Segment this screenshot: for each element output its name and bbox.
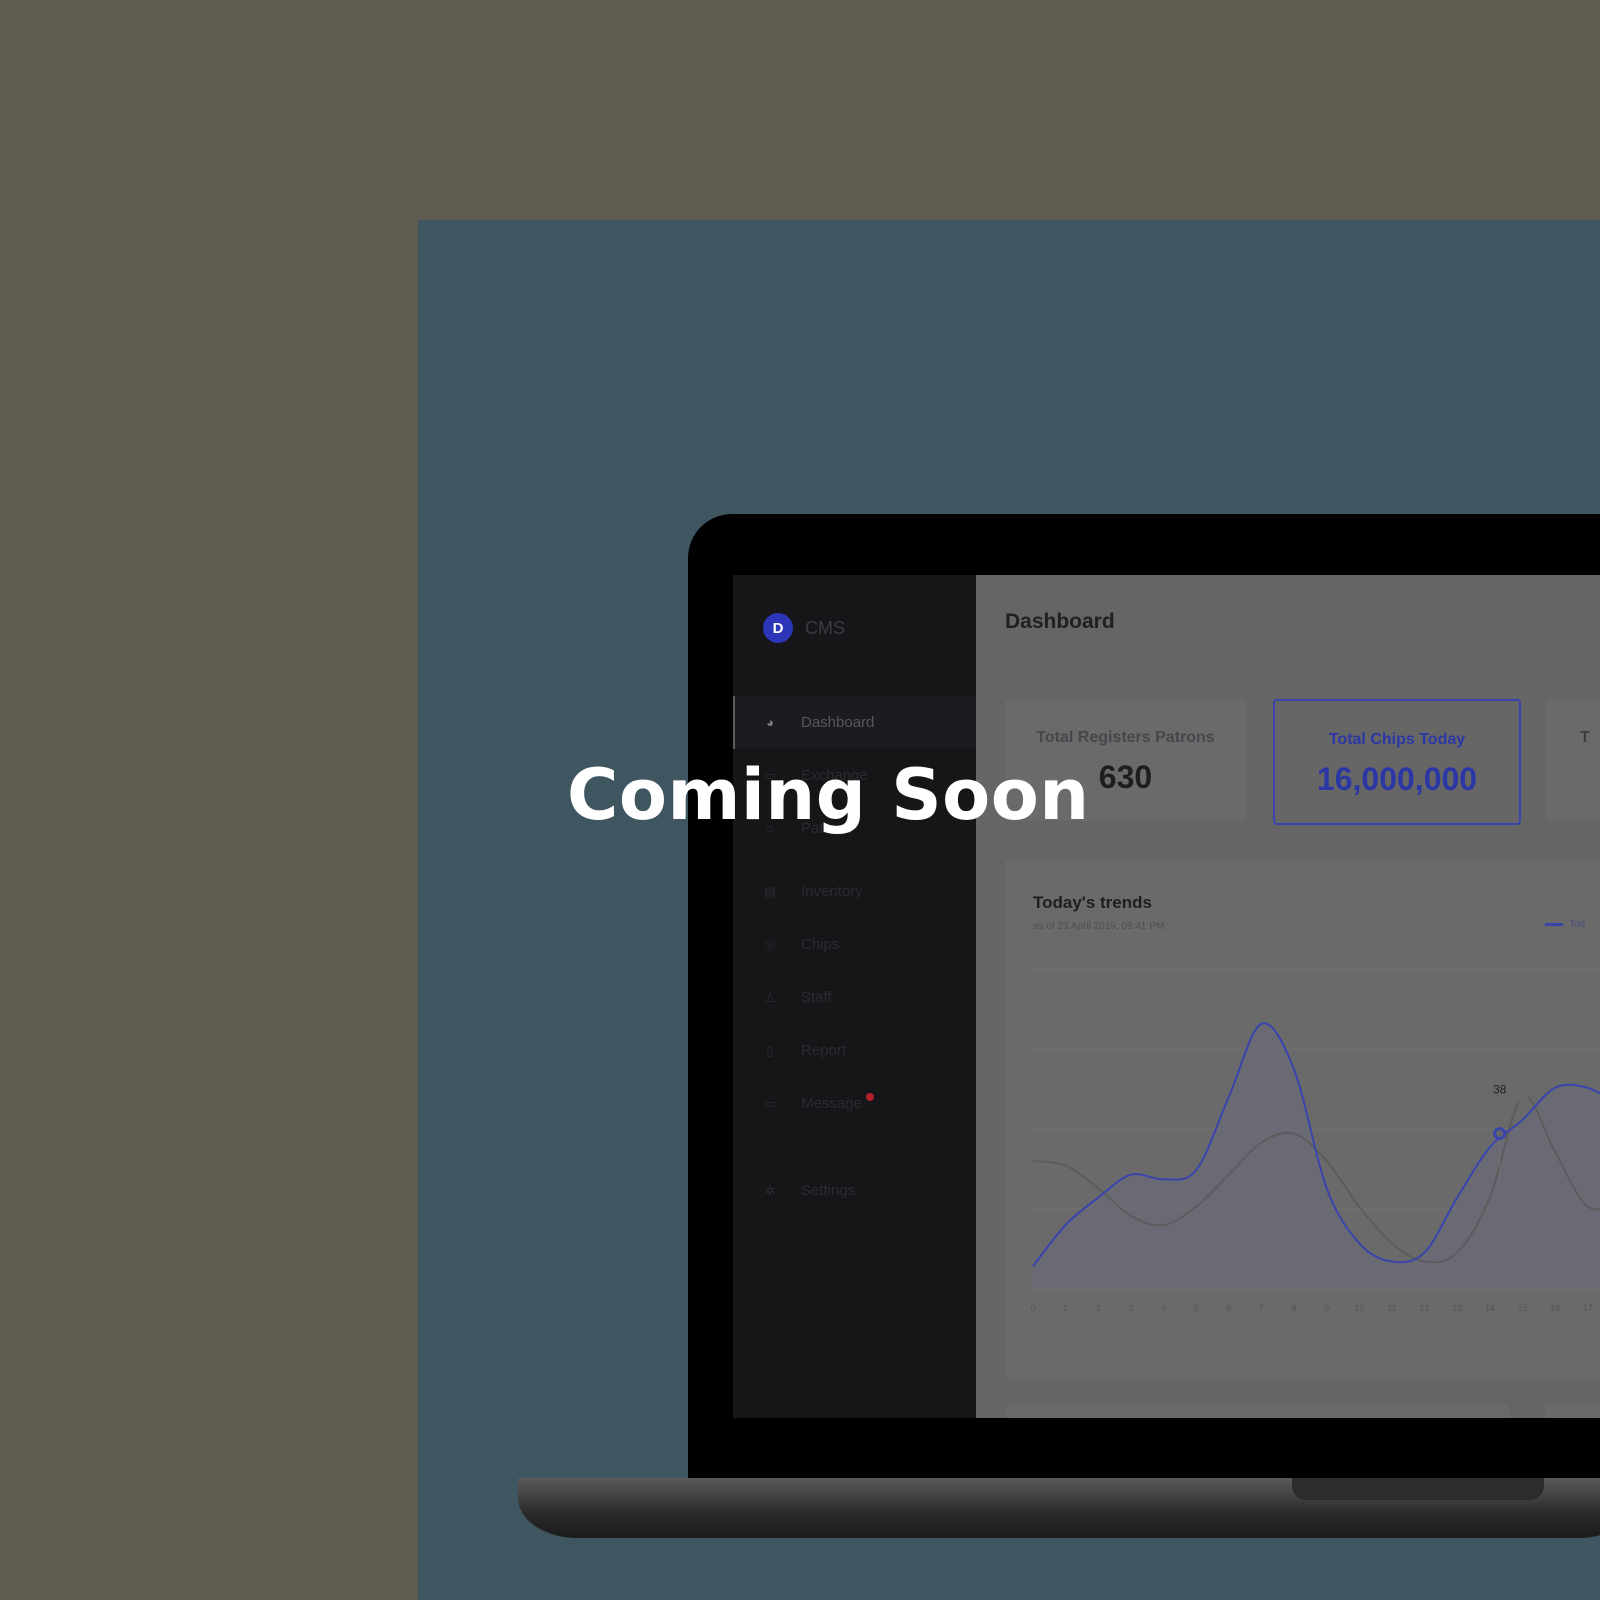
x-tick-label: 3 — [1128, 1303, 1133, 1313]
tooltip-value: 38 — [1493, 1083, 1507, 1097]
sidebar-item-chips[interactable]: ◎ Chips — [733, 918, 976, 971]
notification-dot — [866, 1093, 874, 1101]
pie-chart-icon: ◕ — [766, 714, 774, 730]
document-icon: ▯ — [766, 1042, 774, 1058]
x-tick-label: 1 — [1063, 1303, 1068, 1313]
coming-soon-headline: Coming Soon — [567, 754, 1090, 836]
chart-legend: Tod — [1545, 919, 1585, 930]
legend-label: Tod — [1569, 919, 1586, 930]
laptop-screen: D CMS ◕ Dashboard ▭ Exchange ○ Patrons ▤… — [733, 575, 1600, 1418]
x-tick-label: 4 — [1161, 1303, 1166, 1313]
sidebar-item-label: Staff — [801, 989, 832, 1006]
laptop-notch — [1292, 1478, 1544, 1500]
x-tick-label: 13 — [1452, 1303, 1462, 1313]
x-tick-label: 6 — [1226, 1303, 1231, 1313]
x-tick-label: 15 — [1517, 1303, 1527, 1313]
page-title: Dashboard — [1005, 610, 1115, 633]
x-tick-label: 9 — [1324, 1303, 1329, 1313]
sidebar-item-label: Dashboard — [801, 714, 875, 731]
legend-swatch — [1545, 923, 1563, 926]
sidebar: D CMS ◕ Dashboard ▭ Exchange ○ Patrons ▤… — [733, 575, 976, 1418]
brand-logo-icon: D — [763, 613, 793, 643]
x-tick-label: 7 — [1259, 1303, 1264, 1313]
sidebar-item-label: Chips — [801, 936, 840, 953]
sidebar-item-settings[interactable]: ✲ Settings — [733, 1164, 976, 1217]
main-content: Dashboard Total Registers Patrons 6 3 0 To… — [976, 575, 1600, 1418]
bottom-card-left — [1005, 1405, 1509, 1418]
trend-chart: 38012345678910111213141516171819 — [1030, 968, 1600, 1313]
sidebar-item-label: Inventory — [801, 883, 863, 900]
stat-label: Total Chips Today — [1328, 731, 1466, 748]
sidebar-item-label: Settings — [801, 1182, 856, 1199]
highlight-point — [1493, 1127, 1507, 1141]
x-tick-label: 17 — [1583, 1303, 1593, 1313]
stat-label: T — [1580, 729, 1590, 746]
sidebar-item-report[interactable]: ▯ Report — [733, 1024, 976, 1077]
sidebar-item-label: Report — [801, 1042, 847, 1059]
trends-title: Today's trends — [1033, 893, 1152, 912]
stat-value: 16,000,000 — [1316, 761, 1478, 797]
x-tick-label: 12 — [1420, 1303, 1430, 1313]
stat-card-third[interactable]: T — [1546, 699, 1600, 821]
message-icon: ▭ — [763, 1095, 777, 1111]
x-tick-label: 11 — [1387, 1303, 1396, 1313]
sidebar-item-label: Message — [801, 1095, 862, 1112]
x-tick-label: 2 — [1096, 1303, 1101, 1313]
x-tick-label: 10 — [1354, 1303, 1364, 1313]
x-tick-label: 16 — [1550, 1303, 1560, 1313]
x-tick-label: 5 — [1194, 1303, 1199, 1313]
x-tick-label: 8 — [1292, 1303, 1297, 1313]
trends-card: Today's trends as of 23 April 2019, 09:4… — [1005, 859, 1600, 1379]
chip-icon: ◎ — [764, 936, 776, 952]
sidebar-item-inventory[interactable]: ▤ Inventory — [733, 865, 976, 918]
trends-subtitle: as of 23 April 2019, 09:41 PM — [1033, 921, 1165, 932]
sidebar-item-staff[interactable]: ♙ Staff — [733, 971, 976, 1024]
x-tick-label: 0 — [1030, 1303, 1035, 1313]
sidebar-item-message[interactable]: ▭ Message — [733, 1077, 976, 1130]
stat-label: Total Registers Patrons — [1036, 729, 1215, 746]
brand-name: CMS — [805, 617, 845, 638]
gear-icon: ✲ — [764, 1182, 776, 1198]
sidebar-item-dashboard[interactable]: ◕ Dashboard — [733, 696, 976, 749]
brand[interactable]: D CMS — [763, 613, 845, 643]
box-icon: ▤ — [763, 883, 777, 899]
bottom-card-right — [1545, 1405, 1600, 1418]
x-tick-label: 14 — [1485, 1303, 1495, 1313]
stat-card-chips[interactable]: Total Chips Today 16,000,000 — [1273, 699, 1521, 825]
staff-icon: ♙ — [764, 989, 776, 1005]
